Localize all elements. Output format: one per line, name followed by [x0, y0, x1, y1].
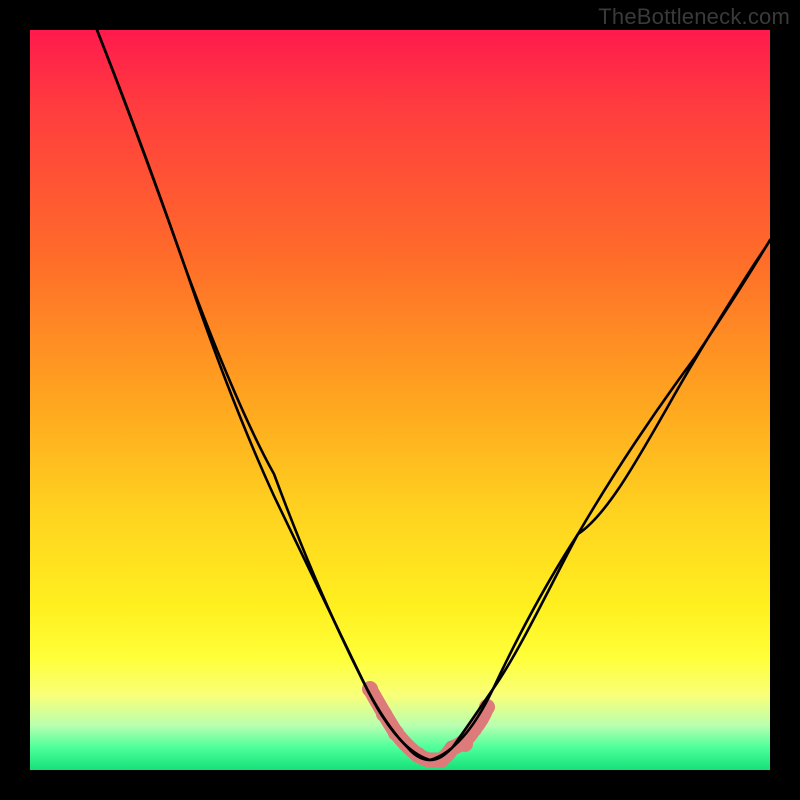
plot-area [30, 30, 770, 770]
pink-spot-group [362, 681, 495, 768]
bottleneck-curve-svg [30, 30, 770, 770]
black-curve-overlay [97, 30, 770, 760]
chart-frame: TheBottleneck.com [0, 0, 800, 800]
watermark-text: TheBottleneck.com [598, 4, 790, 30]
